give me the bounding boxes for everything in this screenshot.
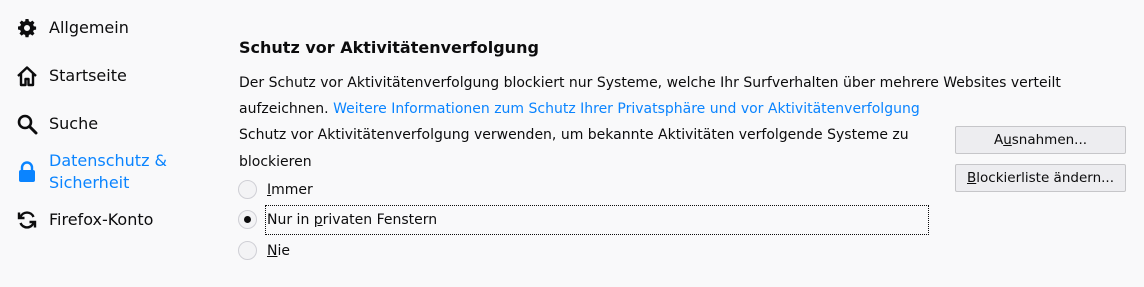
home-icon (16, 65, 38, 87)
sidebar-item-firefox-konto[interactable]: Firefox-Konto (16, 209, 153, 231)
gear-icon (16, 17, 38, 39)
sidebar-item-label: Datenschutz & Sicherheit (49, 151, 168, 192)
sidebar-item-startseite[interactable]: Startseite (16, 65, 127, 87)
sidebar-item-suche[interactable]: Suche (16, 113, 98, 135)
sidebar-item-label: Allgemein (49, 18, 129, 37)
sidebar-item-label: Suche (49, 114, 99, 133)
sidebar-item-label: Startseite (49, 66, 127, 85)
radio-button[interactable] (238, 210, 257, 229)
sidebar-item-allgemein[interactable]: Allgemein (16, 17, 129, 39)
radio-label: Nie (267, 242, 290, 259)
learn-more-link[interactable]: Weitere Informationen zum Schutz Ihrer P… (333, 101, 920, 117)
radio-button[interactable] (238, 180, 257, 199)
blocklist-button[interactable]: Blockierliste ändern... (955, 164, 1126, 192)
radio-nur-privat[interactable]: Nur in privaten Fenstern (238, 210, 437, 229)
tracking-prompt: Schutz vor Aktivitätenverfolgung verwend… (239, 127, 909, 170)
sidebar-item-datenschutz[interactable]: Datenschutz & Sicherheit (16, 150, 167, 194)
section-title: Schutz vor Aktivitätenverfolgung (239, 38, 539, 57)
sync-icon (16, 209, 38, 231)
sidebar: Allgemein Startseite Suche Datenschutz &… (0, 0, 200, 287)
radio-label: Immer (267, 181, 313, 198)
radio-nie[interactable]: Nie (238, 241, 290, 260)
radio-button[interactable] (238, 241, 257, 260)
sidebar-item-label: Firefox-Konto (49, 210, 154, 229)
exceptions-button[interactable]: Au snahmen... (955, 126, 1126, 154)
radio-label: Nur in privaten Fenstern (267, 211, 438, 228)
lock-icon (16, 161, 38, 183)
search-icon (16, 113, 38, 135)
radio-immer[interactable]: Immer (238, 180, 313, 199)
tracking-description: Der Schutz vor Aktivitätenverfolgung blo… (239, 70, 1099, 122)
